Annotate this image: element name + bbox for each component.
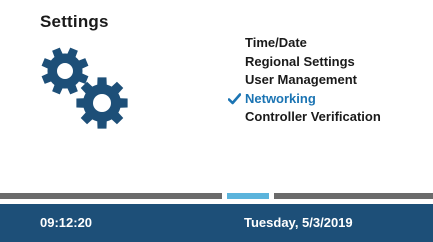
checkmark-icon (228, 71, 242, 90)
checkmark-icon (228, 90, 242, 109)
settings-screen: Settings Time/Date Regional Settings Use… (0, 0, 433, 242)
menu-item-label: Time/Date (245, 35, 307, 50)
checkmark-icon (228, 34, 242, 53)
page-indicator-segment (0, 193, 222, 199)
status-date: Tuesday, 5/3/2019 (244, 215, 353, 230)
status-bar: 09:12:20 Tuesday, 5/3/2019 (0, 204, 433, 242)
page-title: Settings (40, 12, 109, 31)
menu-item-user-management[interactable]: User Management (228, 71, 428, 90)
menu-item-label: Controller Verification (245, 109, 381, 124)
gears-icon (40, 40, 132, 132)
checkmark-icon (228, 53, 242, 72)
checkmark-icon (228, 108, 242, 127)
page-indicator (0, 193, 433, 199)
menu-item-label: User Management (245, 72, 357, 87)
menu-item-regional-settings[interactable]: Regional Settings (228, 53, 428, 72)
status-time: 09:12:20 (40, 215, 93, 230)
menu-item-label: Networking (245, 90, 316, 106)
menu-item-label: Regional Settings (245, 53, 355, 69)
page-indicator-segment (274, 193, 433, 199)
menu-item-time-date[interactable]: Time/Date (228, 34, 428, 53)
page-indicator-segment (227, 193, 269, 199)
settings-menu: Time/Date Regional Settings User Managem… (228, 34, 428, 127)
menu-item-networking[interactable]: Networking (228, 90, 428, 109)
menu-item-controller-verification[interactable]: Controller Verification (228, 108, 428, 127)
